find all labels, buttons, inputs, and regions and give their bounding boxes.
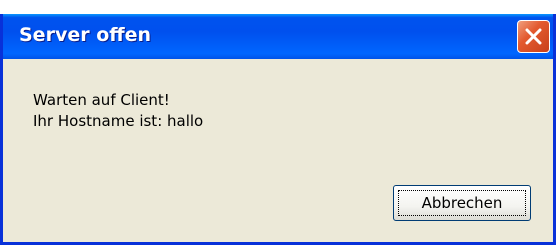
background-strip: [0, 0, 556, 14]
close-button[interactable]: [517, 20, 550, 53]
title-bar[interactable]: Server offen: [3, 14, 553, 59]
cancel-button[interactable]: Abbrechen: [393, 185, 531, 221]
status-message: Warten auf Client! Ihr Hostname ist: hal…: [33, 90, 203, 132]
dialog-body: Warten auf Client! Ihr Hostname ist: hal…: [3, 59, 553, 242]
message-line-hostname: Ihr Hostname ist: hallo: [33, 112, 204, 130]
dialog-window: Server offen Warten auf Client! Ihr Host…: [0, 14, 556, 245]
cancel-button-label: Abbrechen: [398, 190, 526, 216]
message-line-waiting: Warten auf Client!: [33, 91, 170, 109]
close-icon: [525, 28, 542, 45]
window-title: Server offen: [19, 24, 152, 46]
